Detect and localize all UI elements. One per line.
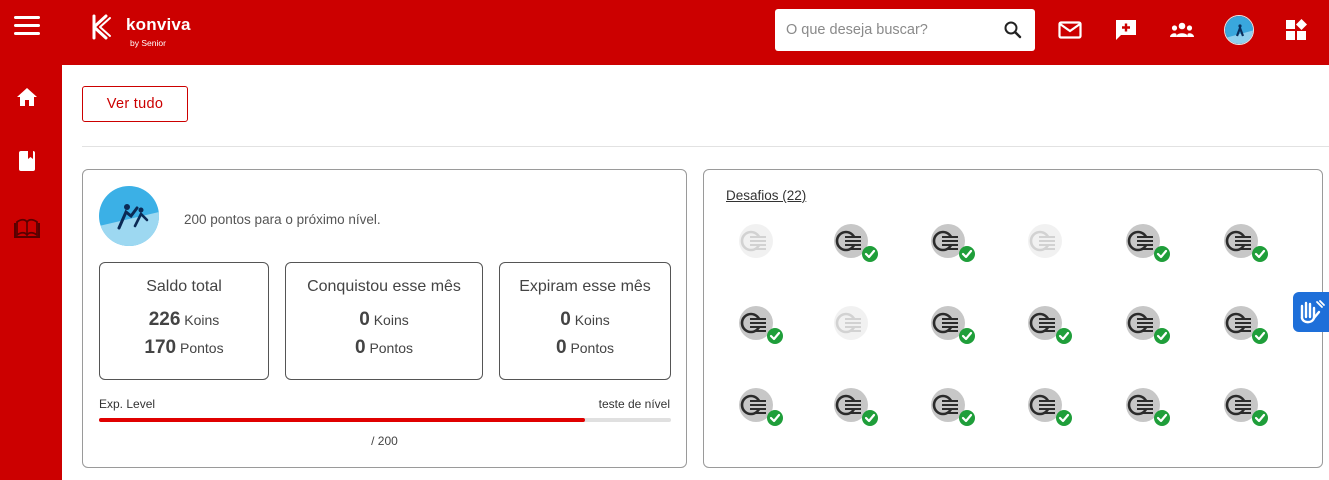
- level-name: teste de nível: [598, 397, 670, 411]
- stat-saldo-total: Saldo total 226 Koins 170 Pontos: [99, 262, 269, 380]
- koins-label: Koins: [184, 312, 220, 328]
- group-icon[interactable]: [1169, 17, 1195, 43]
- desafio-badge[interactable]: [832, 386, 878, 428]
- koins-label: Koins: [373, 312, 409, 328]
- challenge-completed-icon: [931, 388, 975, 426]
- exp-progress-bar: [99, 418, 671, 422]
- challenge-completed-icon: [739, 306, 783, 344]
- koins-value: 226: [148, 309, 181, 330]
- challenge-pending-icon: [834, 306, 868, 340]
- stat-koins: 226 Koins: [100, 309, 268, 331]
- challenge-completed-icon: [931, 306, 975, 344]
- ver-tudo-button[interactable]: Ver tudo: [82, 86, 188, 122]
- challenge-completed-icon: [931, 224, 975, 262]
- desafio-badge[interactable]: [737, 304, 783, 346]
- divider: [82, 146, 1329, 147]
- exp-level-label: Exp. Level: [99, 397, 156, 411]
- challenge-completed-icon: [1224, 224, 1268, 262]
- desafio-badge[interactable]: [1124, 304, 1170, 346]
- desafio-badge[interactable]: [1222, 304, 1268, 346]
- desafio-badge[interactable]: [1124, 222, 1170, 264]
- pontos-label: Pontos: [570, 340, 615, 356]
- brand-subtitle: by Senior: [130, 38, 166, 48]
- level-card: 200 pontos para o próximo nível. Saldo t…: [82, 169, 687, 468]
- desafio-badge[interactable]: [737, 386, 783, 428]
- konviva-logo[interactable]: konviva by Senior: [90, 12, 200, 52]
- stat-title: Expiram esse mês: [519, 278, 651, 295]
- stat-pontos: 170 Pontos: [100, 337, 268, 359]
- challenge-completed-icon: [1028, 306, 1072, 344]
- search-box: [775, 9, 1035, 51]
- menu-icon[interactable]: [14, 16, 40, 40]
- accessibility-tab[interactable]: [1293, 292, 1329, 332]
- avatar[interactable]: [1224, 15, 1254, 45]
- stat-conquistou-mes: Conquistou esse mês 0 Koins 0 Pontos: [285, 262, 483, 380]
- desafio-badge[interactable]: [929, 386, 975, 428]
- exp-progress-fill: [99, 418, 586, 422]
- exp-progress-caption: / 200: [371, 434, 398, 448]
- sidebar: [0, 65, 62, 480]
- challenge-pending-icon: [1028, 224, 1062, 258]
- grid-add-icon[interactable]: [1283, 17, 1309, 43]
- challenge-completed-icon: [1028, 388, 1072, 426]
- konviva-k-icon: [92, 14, 111, 40]
- pontos-value: 0: [354, 337, 366, 358]
- challenge-completed-icon: [1126, 388, 1170, 426]
- brand-name: konviva: [126, 15, 191, 34]
- pontos-label: Pontos: [369, 340, 414, 356]
- stat-koins: 0 Koins: [286, 309, 482, 331]
- desafio-badge[interactable]: [1222, 386, 1268, 428]
- level-avatar: [99, 186, 159, 246]
- koins-value: 0: [560, 309, 571, 330]
- pontos-label: Pontos: [180, 340, 224, 356]
- stat-expiram-mes: Expiram esse mês 0 Koins 0 Pontos: [499, 262, 671, 380]
- koins-value: 0: [359, 309, 370, 330]
- top-bar: konviva by Senior: [0, 0, 1329, 65]
- next-level-text: 200 pontos para o próximo nível.: [184, 212, 381, 227]
- pontos-value: 170: [144, 337, 177, 358]
- challenge-completed-icon: [739, 388, 783, 426]
- search-icon[interactable]: [1002, 19, 1024, 41]
- challenge-completed-icon: [1126, 224, 1170, 262]
- desafio-badge[interactable]: [929, 304, 975, 346]
- avatar-image: [1225, 16, 1253, 44]
- desafio-badge[interactable]: [737, 222, 783, 264]
- home-icon[interactable]: [15, 85, 39, 109]
- desafio-badge[interactable]: [1026, 386, 1072, 428]
- desafio-badge[interactable]: [1222, 222, 1268, 264]
- desafio-badge[interactable]: [1026, 304, 1072, 346]
- hand-sign-icon: [1300, 300, 1325, 324]
- challenge-completed-icon: [1224, 388, 1268, 426]
- pontos-value: 0: [555, 337, 567, 358]
- desafio-badge[interactable]: [1026, 222, 1072, 264]
- search-input[interactable]: [775, 9, 995, 51]
- stat-koins: 0 Koins: [500, 309, 670, 331]
- desafios-title[interactable]: Desafios (22): [726, 188, 806, 203]
- mail-icon[interactable]: [1057, 17, 1083, 43]
- message-plus-icon[interactable]: [1113, 17, 1139, 43]
- koins-label: Koins: [574, 312, 610, 328]
- challenge-completed-icon: [1126, 306, 1170, 344]
- level-avatar-image: [99, 186, 159, 246]
- book-icon[interactable]: [15, 149, 39, 173]
- stat-pontos: 0 Pontos: [500, 337, 670, 359]
- library-icon[interactable]: [13, 215, 41, 239]
- challenge-pending-icon: [739, 224, 773, 258]
- stat-title: Conquistou esse mês: [307, 278, 461, 295]
- stat-pontos: 0 Pontos: [286, 337, 482, 359]
- challenge-completed-icon: [1224, 306, 1268, 344]
- desafio-badge[interactable]: [832, 304, 878, 346]
- desafios-card: Desafios (22): [703, 169, 1323, 468]
- desafio-badge[interactable]: [832, 222, 878, 264]
- stat-title: Saldo total: [146, 278, 222, 295]
- desafio-badge[interactable]: [1124, 386, 1170, 428]
- challenge-completed-icon: [834, 224, 878, 262]
- challenge-completed-icon: [834, 388, 878, 426]
- desafio-badge[interactable]: [929, 222, 975, 264]
